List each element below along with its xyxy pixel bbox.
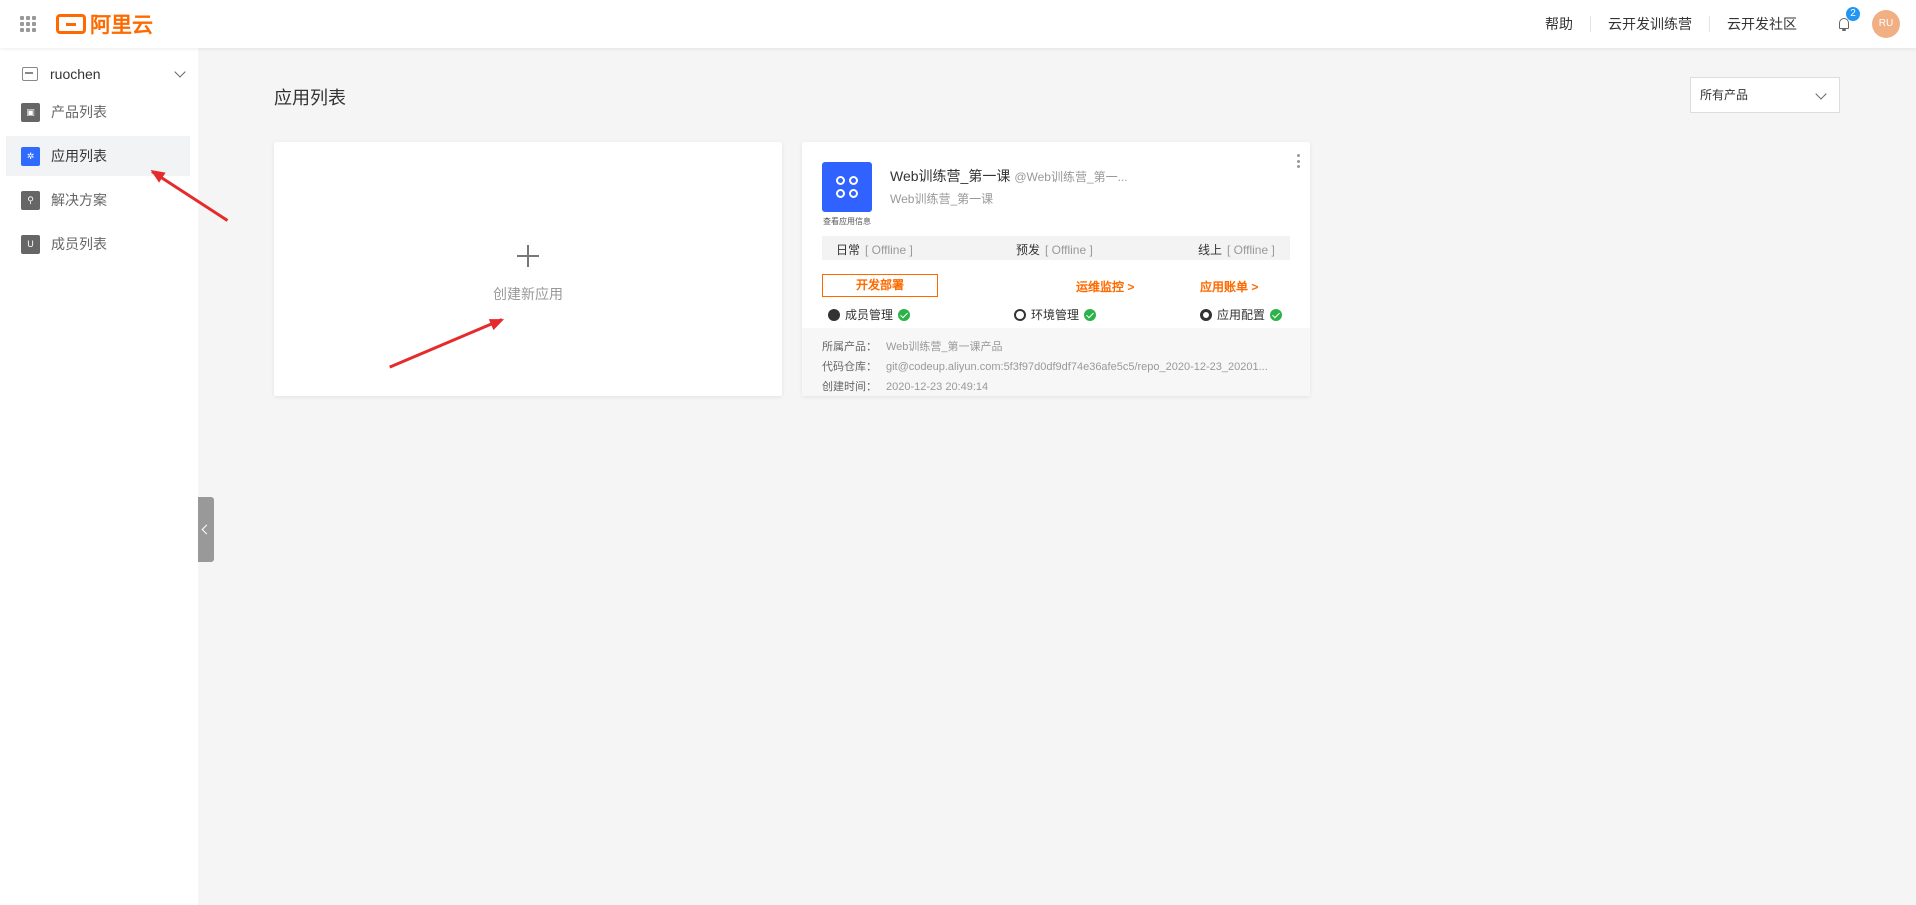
product-filter-select[interactable]: 所有产品 — [1690, 77, 1840, 113]
member-management-link[interactable]: 成员管理 — [828, 306, 911, 323]
app-grid-icon[interactable] — [20, 16, 36, 32]
notification-bell-icon[interactable]: 2 — [1834, 7, 1860, 34]
environment-management-label: 环境管理 — [1031, 308, 1080, 322]
chevron-down-icon — [174, 66, 186, 78]
training-camp-link[interactable]: 云开发训练营 — [1590, 16, 1709, 32]
app-icon: ✲ — [21, 146, 40, 166]
meta-value: Web训练营_第一课产品 — [886, 341, 1003, 353]
ops-monitor-link[interactable]: 运维监控 > — [1076, 278, 1134, 295]
member-management-label: 成员管理 — [845, 308, 894, 322]
product-icon: ▣ — [21, 102, 40, 122]
aliyun-logo[interactable]: 阿里云 — [56, 11, 153, 37]
sidebar-item-label: 产品列表 — [51, 104, 107, 120]
create-app-card[interactable]: 创建新应用 — [274, 142, 782, 396]
env-status: [ Offline ] — [865, 243, 913, 257]
env-name: 预发 — [1016, 243, 1041, 257]
env-production: 线上 [ Offline ] — [1198, 241, 1275, 258]
meta-repo: 代码仓库： git@codeup.aliyun.com:5f3f97d0df9df… — [822, 358, 1304, 378]
app-billing-link[interactable]: 应用账单 > — [1200, 278, 1258, 295]
environment-bar: 日常 [ Offline ] 预发 [ Offline ] 线上 [ Offline … — [822, 236, 1290, 260]
app-glyph-icon — [836, 176, 858, 198]
app-card: 查看应用信息 Web训练营_第一课 @Web训练营_第一... Web训练营_第一… — [802, 142, 1310, 396]
check-circle-icon — [1270, 308, 1283, 321]
sidebar-item-label: 成员列表 — [51, 236, 107, 252]
check-circle-icon — [898, 308, 911, 321]
sidebar-item-products[interactable]: ▣ 产品列表 — [6, 92, 190, 132]
user-icon — [828, 308, 840, 321]
plus-icon — [517, 245, 539, 267]
more-options-icon[interactable] — [1297, 154, 1300, 168]
env-staging: 预发 [ Offline ] — [1016, 241, 1093, 258]
help-link[interactable]: 帮助 — [1528, 16, 1590, 32]
check-circle-icon — [1084, 308, 1097, 321]
chevron-down-icon — [1815, 88, 1827, 100]
deploy-button[interactable]: 开发部署 — [822, 274, 938, 297]
meta-value: git@codeup.aliyun.com:5f3f97d0df9df74e36… — [886, 361, 1268, 373]
app-config-link[interactable]: 应用配置 — [1200, 306, 1283, 323]
env-status: [ Offline ] — [1227, 243, 1275, 257]
product-filter-value: 所有产品 — [1700, 88, 1749, 102]
community-link[interactable]: 云开发社区 — [1709, 16, 1814, 32]
aliyun-logo-icon — [56, 14, 86, 34]
gear-icon — [1200, 308, 1212, 321]
sidebar-collapse-handle[interactable] — [198, 497, 214, 562]
notification-badge: 2 — [1846, 7, 1860, 21]
env-daily: 日常 [ Offline ] — [836, 241, 913, 258]
team-name: ruochen — [50, 66, 101, 82]
environment-management-link[interactable]: 环境管理 — [1014, 306, 1097, 323]
meta-product: 所属产品： Web训练营_第一课产品 — [822, 338, 1304, 358]
app-name[interactable]: Web训练营_第一课 @Web训练营_第一... — [890, 166, 1128, 186]
sidebar-item-solutions[interactable]: ⚲ 解决方案 — [6, 180, 190, 220]
eye-icon — [1014, 308, 1026, 321]
meta-key: 创建时间： — [822, 381, 877, 393]
sidebar-item-members[interactable]: U 成员列表 — [6, 224, 190, 264]
top-nav: 帮助 云开发训练营 云开发社区 2 RU — [1528, 0, 1916, 48]
solution-icon: ⚲ — [21, 190, 40, 210]
page-title: 应用列表 — [274, 88, 346, 108]
meta-created: 创建时间： 2020-12-23 20:49:14 — [822, 378, 1304, 398]
app-alias: @Web训练营_第一... — [1014, 170, 1128, 184]
meta-key: 所属产品： — [822, 341, 877, 353]
meta-key: 代码仓库： — [822, 361, 877, 373]
top-bar: 阿里云 帮助 云开发训练营 云开发社区 2 RU — [0, 0, 1916, 48]
app-config-label: 应用配置 — [1217, 308, 1266, 322]
sidebar-item-label: 解决方案 — [51, 192, 107, 208]
create-app-label: 创建新应用 — [493, 286, 563, 302]
sidebar: ruochen ▣ 产品列表 ✲ 应用列表 ⚲ 解决方案 U 成员列表 — [0, 48, 198, 905]
env-status: [ Offline ] — [1045, 243, 1093, 257]
member-icon: U — [21, 234, 40, 254]
view-app-info-link[interactable]: 查看应用信息 — [822, 216, 872, 227]
env-name: 线上 — [1198, 243, 1223, 257]
env-name: 日常 — [836, 243, 861, 257]
app-meta: 所属产品： Web训练营_第一课产品 代码仓库： git@codeup.aliyun… — [802, 328, 1310, 396]
app-name-text: Web训练营_第一课 — [890, 168, 1011, 184]
user-avatar[interactable]: RU — [1872, 10, 1900, 38]
meta-value: 2020-12-23 20:49:14 — [886, 381, 989, 393]
app-logo[interactable] — [822, 162, 872, 212]
app-subtitle: Web训练营_第一课 — [890, 192, 994, 206]
logo-text: 阿里云 — [90, 14, 153, 37]
sidebar-item-label: 应用列表 — [51, 148, 107, 164]
team-switcher[interactable]: ruochen — [22, 64, 190, 84]
team-icon — [22, 67, 38, 81]
